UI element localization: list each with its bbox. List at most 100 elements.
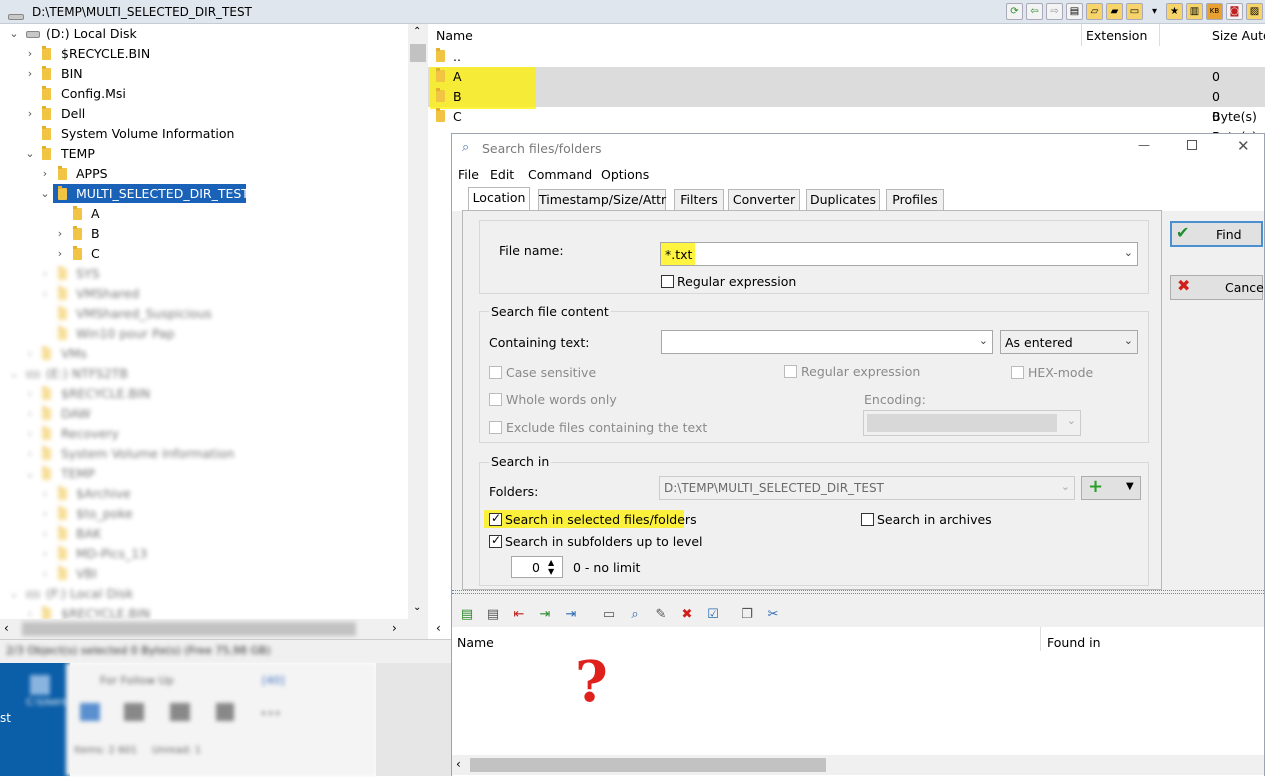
menu-file[interactable]: File [458, 167, 479, 182]
maximize-icon[interactable] [1187, 140, 1197, 150]
match-mode-select[interactable]: As entered ⌄ [1000, 330, 1138, 354]
new-folder-icon[interactable]: ★ [1166, 3, 1183, 20]
send-icon[interactable]: ⇥ [562, 605, 580, 623]
up-icon[interactable]: ▤ [1066, 3, 1083, 20]
desktop-shortcut-icon[interactable] [30, 675, 50, 695]
spin-down-icon[interactable]: ▼ [548, 567, 554, 576]
scroll-right-icon[interactable]: › [392, 621, 397, 635]
scroll-up-icon[interactable]: ⌃ [413, 26, 421, 37]
collapse-icon[interactable]: ⌄ [8, 24, 20, 44]
tree-horizontal-scrollbar[interactable]: ‹ › ‹ [0, 619, 441, 639]
results-column-name[interactable]: Name [457, 635, 494, 650]
expand-icon[interactable]: › [54, 244, 66, 264]
tasks-icon[interactable] [216, 703, 234, 721]
open-folder-icon[interactable]: ▰ [1106, 3, 1123, 20]
splitter[interactable] [452, 590, 1264, 594]
chevron-down-icon[interactable]: ⌄ [1061, 480, 1070, 493]
add-folder-button[interactable]: + ▼ [1081, 476, 1141, 500]
preview-icon[interactable]: ▭ [600, 605, 618, 623]
close-icon[interactable]: ✕ [1237, 137, 1250, 155]
tab-profiles[interactable]: Profiles [886, 189, 944, 210]
chevron-down-icon[interactable]: ⌄ [1124, 334, 1133, 347]
scroll-left-icon[interactable]: ‹ [456, 757, 461, 771]
filename-combo[interactable]: *.txt ⌄ [660, 242, 1138, 266]
results-column-found-in[interactable]: Found in [1047, 635, 1101, 650]
folders-combo[interactable]: D:\TEMP\MULTI_SELECTED_DIR_TEST ⌄ [659, 476, 1075, 500]
containing-text-combo[interactable]: ⌄ [661, 330, 993, 354]
regex-checkbox[interactable] [661, 275, 674, 288]
search-result-icon[interactable]: ⌕ [626, 605, 644, 623]
whole-words-checkbox[interactable] [489, 393, 502, 406]
chevron-down-icon[interactable]: ⌄ [1067, 414, 1076, 427]
delete-icon[interactable]: ✖ [678, 605, 696, 623]
list-item-selected[interactable]: B0 Byte(s) [428, 87, 1265, 124]
search-subfolders-checkbox[interactable] [489, 533, 502, 548]
scroll-left-icon[interactable]: ‹ [436, 621, 441, 635]
expand-icon[interactable]: › [24, 104, 36, 124]
scroll-thumb[interactable] [22, 622, 356, 636]
tree-vertical-scrollbar[interactable]: ⌃ ⌄ [408, 24, 428, 624]
folder-tree[interactable]: ⌄ (D:) Local Disk › $RECYCLE.BIN › BIN Con… [0, 24, 428, 639]
pipe-icon[interactable]: ▨ [1246, 3, 1263, 20]
mail-icon[interactable] [80, 703, 100, 721]
menu-options[interactable]: Options [601, 167, 649, 182]
refresh-icon[interactable]: ⟳ [1006, 3, 1023, 20]
open-file-icon[interactable]: ▤ [484, 605, 502, 623]
edit-icon[interactable]: ✎ [652, 605, 670, 623]
case-sensitive-checkbox[interactable] [489, 366, 502, 379]
tree-item-drive-d[interactable]: ⌄ (D:) Local Disk [0, 24, 400, 44]
tab-filters[interactable]: Filters [674, 189, 724, 210]
encoding-select[interactable]: ⌄ [863, 410, 1081, 436]
hex-mode-checkbox[interactable] [1011, 366, 1024, 379]
tab-timestamp[interactable]: Timestamp/Size/Attr [538, 189, 666, 210]
menu-edit[interactable]: Edit [490, 167, 514, 182]
list-item[interactable]: .. [428, 47, 1265, 67]
calendar-icon[interactable] [124, 703, 144, 721]
menu-command[interactable]: Command [528, 167, 592, 182]
column-header-extension[interactable]: Extension [1086, 28, 1147, 43]
camera-icon[interactable]: ◙ [1226, 3, 1243, 20]
folder-icon[interactable]: ▱ [1086, 3, 1103, 20]
list-item[interactable]: C0 Byte(s) [428, 107, 1265, 144]
column-header-name[interactable]: Name [436, 28, 473, 43]
expand-icon[interactable]: › [24, 64, 36, 84]
tab-duplicates[interactable]: Duplicates [806, 189, 880, 210]
tab-location[interactable]: Location [468, 187, 530, 210]
level-spinner[interactable]: 0 ▲ ▼ [511, 556, 563, 578]
regex-content-checkbox[interactable] [784, 365, 797, 378]
find-button[interactable]: ✔ Find [1170, 221, 1263, 247]
scroll-down-icon[interactable]: ⌄ [413, 602, 421, 613]
properties-icon[interactable]: ☑ [704, 605, 722, 623]
expand-icon[interactable]: › [54, 224, 66, 244]
exclude-checkbox[interactable] [489, 421, 502, 434]
folders-icon[interactable]: ▭ [1126, 3, 1143, 20]
cut-icon[interactable]: ✂ [764, 605, 782, 623]
chevron-down-icon[interactable]: ⌄ [1124, 246, 1133, 259]
back-icon[interactable]: ⇦ [1026, 3, 1043, 20]
go-to-file-icon[interactable]: ▤ [458, 605, 476, 623]
more-icon[interactable]: ••• [260, 707, 281, 721]
cancel-button[interactable]: ✖ Cancel [1170, 275, 1265, 300]
results-horizontal-scrollbar[interactable]: ‹ [452, 755, 1264, 775]
list-item-selected[interactable]: A0 Byte(s) [428, 67, 1265, 104]
minimize-icon[interactable]: — [1138, 138, 1150, 152]
chevron-down-icon[interactable]: ⌄ [979, 334, 988, 347]
add-to-list-icon[interactable]: ⇥ [536, 605, 554, 623]
results-list[interactable]: Name Found in ? ‹ [452, 627, 1264, 777]
tab-converter[interactable]: Converter [728, 189, 800, 210]
file-list[interactable]: Name Extension Size Auto .. A0 Byte(s) B… [428, 24, 1265, 144]
expand-icon[interactable]: › [39, 164, 51, 184]
folder-tree-icon[interactable]: ▥ [1186, 3, 1203, 20]
copy-icon[interactable]: ❐ [738, 605, 756, 623]
scroll-left-icon[interactable]: ‹ [4, 621, 9, 635]
export-icon[interactable]: ⇤ [510, 605, 528, 623]
scroll-thumb[interactable] [470, 758, 826, 772]
search-archives-checkbox[interactable] [861, 513, 874, 526]
people-icon[interactable] [170, 703, 190, 721]
collapse-icon[interactable]: ⌄ [24, 144, 36, 164]
scroll-thumb[interactable] [410, 44, 426, 62]
collapse-icon[interactable]: ⌄ [39, 184, 51, 204]
search-selected-checkbox[interactable] [489, 511, 502, 526]
expand-icon[interactable]: › [24, 44, 36, 64]
column-header-size[interactable]: Size Auto [1212, 28, 1265, 43]
